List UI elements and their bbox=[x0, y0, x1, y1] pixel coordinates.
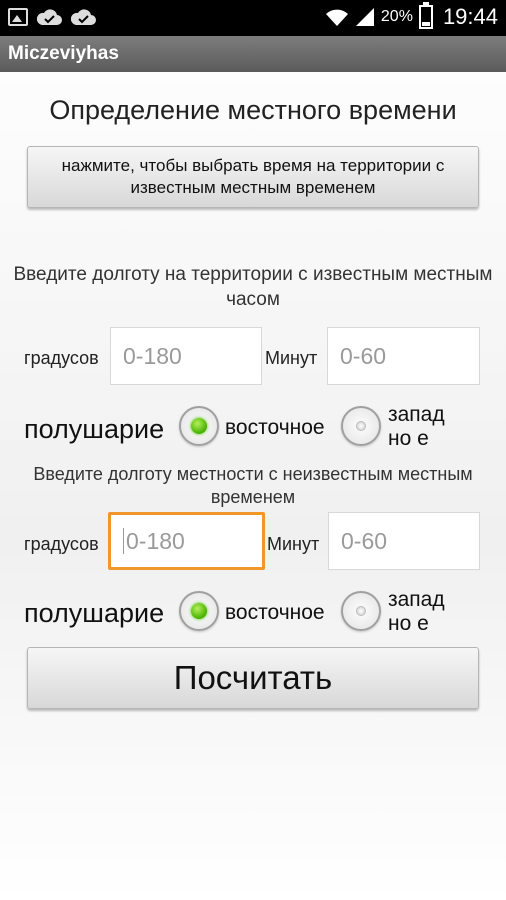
known-minutes-placeholder: 0-60 bbox=[340, 342, 387, 369]
known-minutes-label: Минут bbox=[265, 348, 318, 368]
page-heading: Определение местного времени bbox=[49, 95, 457, 125]
unknown-degrees-placeholder: 0-180 bbox=[126, 527, 185, 554]
unknown-hemisphere-label: полушарие bbox=[24, 598, 165, 628]
unknown-east-radio[interactable] bbox=[179, 591, 219, 631]
status-bar: 20% 19:44 bbox=[0, 0, 506, 36]
known-west-radio[interactable] bbox=[341, 406, 381, 446]
unknown-minutes-placeholder: 0-60 bbox=[341, 527, 388, 554]
unknown-longitude-prompt: Введите долготу местности с неизвестным … bbox=[33, 464, 473, 507]
unknown-east-label[interactable]: восточное bbox=[225, 601, 325, 625]
unknown-minutes-input[interactable]: 0-60 bbox=[328, 512, 480, 570]
notification-icons bbox=[8, 7, 96, 27]
known-east-radio[interactable] bbox=[179, 406, 219, 446]
signal-icon bbox=[355, 8, 374, 26]
cloud-check-icon bbox=[36, 9, 62, 25]
clock: 19:44 bbox=[442, 4, 498, 29]
text-cursor bbox=[123, 528, 124, 554]
unknown-west-label[interactable]: западно е bbox=[388, 588, 454, 636]
battery-percent: 20% bbox=[380, 8, 413, 25]
known-west-label[interactable]: западно е bbox=[388, 403, 454, 451]
app-title-bar: Miczeviyhas bbox=[0, 36, 506, 72]
known-degrees-placeholder: 0-180 bbox=[123, 342, 182, 369]
known-east-label[interactable]: восточное bbox=[225, 416, 325, 440]
calculate-button[interactable]: Посчитать bbox=[27, 647, 479, 709]
unknown-degrees-label: градусов bbox=[24, 534, 99, 554]
status-indicators: 20% 19:44 bbox=[325, 2, 498, 30]
radio-selected-dot bbox=[191, 418, 207, 434]
pick-known-time-button[interactable]: нажмите, чтобы выбрать время на территор… bbox=[27, 146, 479, 208]
cloud-check-icon bbox=[70, 9, 96, 25]
known-longitude-prompt: Введите долготу на территории с известны… bbox=[13, 264, 493, 310]
radio-empty-dot bbox=[356, 421, 366, 431]
known-minutes-input[interactable]: 0-60 bbox=[327, 327, 480, 385]
wifi-icon bbox=[325, 9, 348, 26]
unknown-degrees-input[interactable]: 0-180 bbox=[108, 512, 265, 570]
unknown-west-radio[interactable] bbox=[341, 591, 381, 631]
app-title: Miczeviyhas bbox=[8, 43, 119, 64]
unknown-minutes-label: Минут bbox=[267, 534, 320, 554]
known-degrees-input[interactable]: 0-180 bbox=[110, 327, 262, 385]
battery-icon bbox=[418, 2, 433, 29]
known-degrees-label: градусов bbox=[24, 348, 99, 368]
known-hemisphere-label: полушарие bbox=[24, 414, 165, 444]
radio-empty-dot bbox=[356, 606, 366, 616]
image-icon bbox=[8, 8, 28, 26]
radio-selected-dot bbox=[191, 603, 207, 619]
